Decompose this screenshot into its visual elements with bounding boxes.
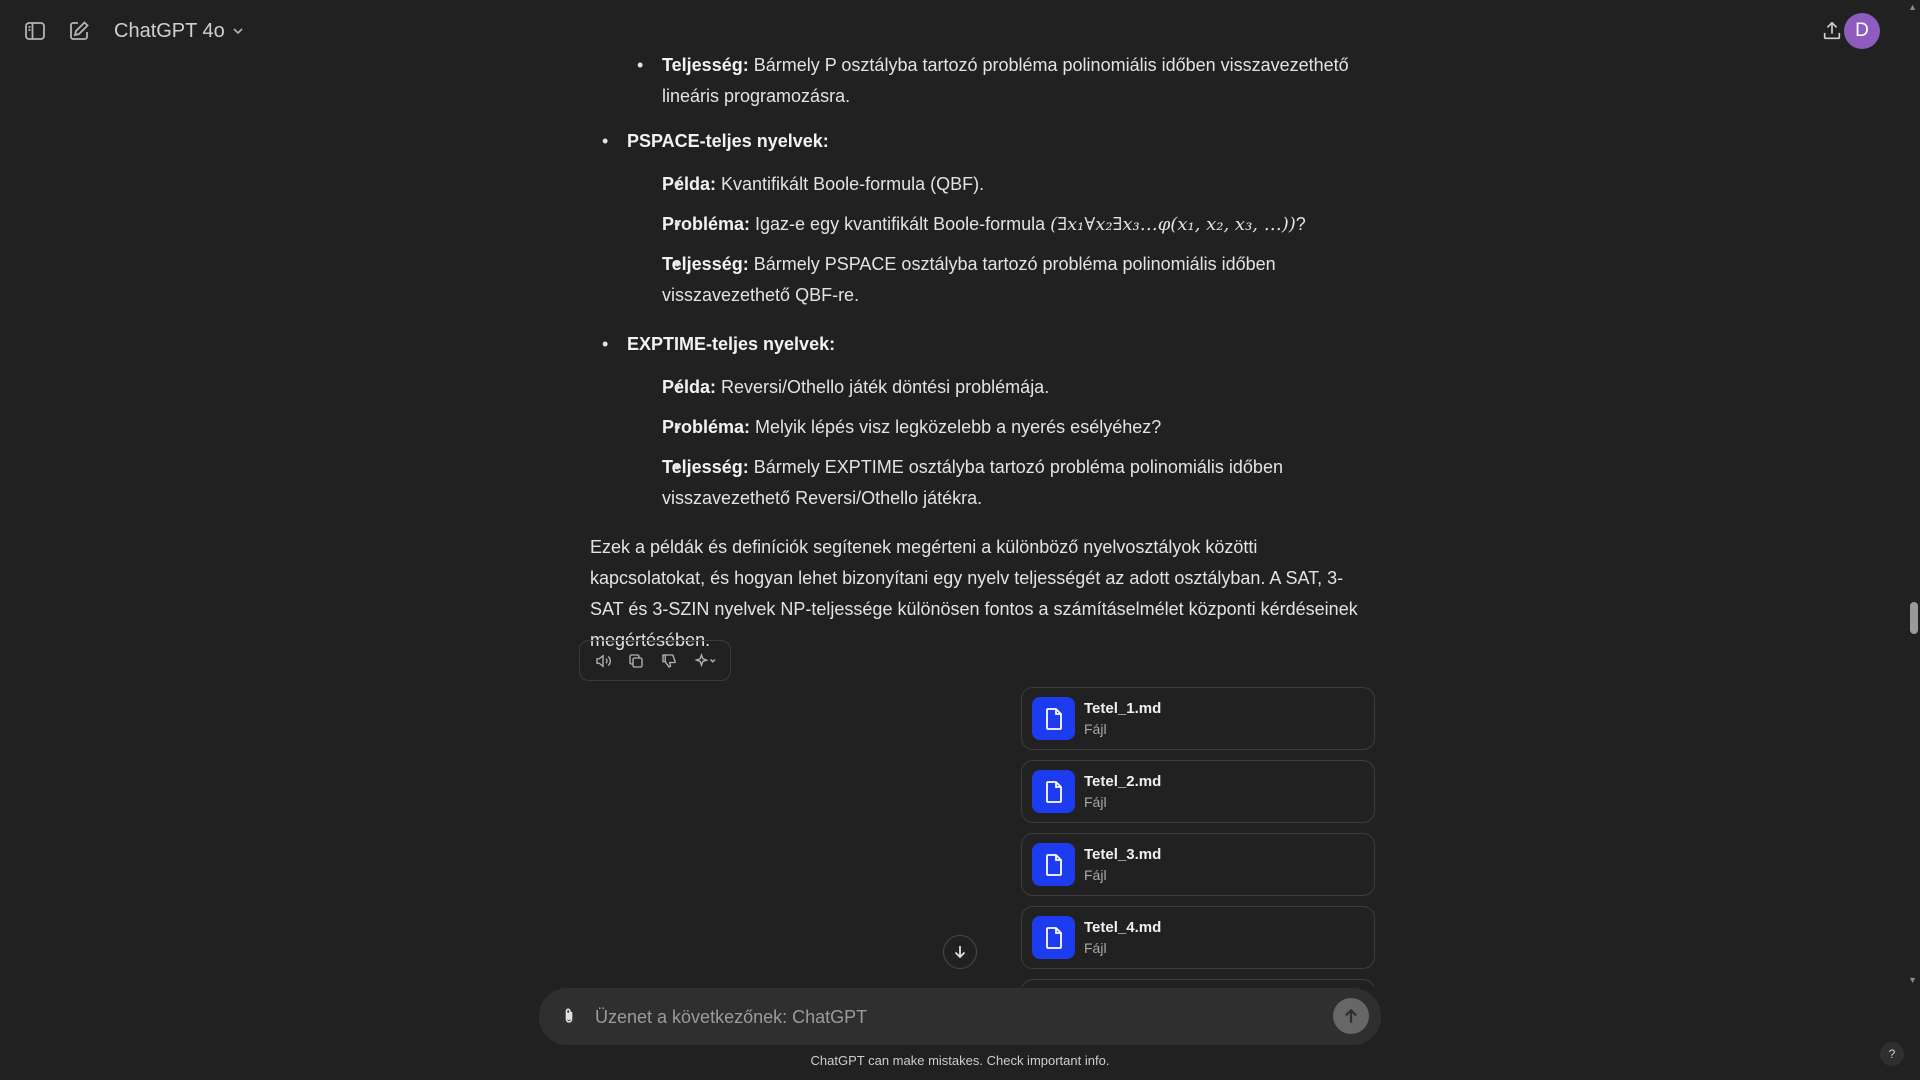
file-type: Fájl bbox=[1084, 866, 1107, 883]
send-button[interactable] bbox=[1333, 998, 1369, 1034]
assistant-message: Teljesség: Bármely P osztályba tartozó p… bbox=[590, 50, 1390, 656]
document-icon bbox=[1045, 707, 1062, 730]
item-after: ? bbox=[1295, 214, 1306, 234]
file-meta: Tetel_4.md Fájl bbox=[1084, 918, 1161, 958]
item-bold: Teljesség: bbox=[662, 254, 749, 274]
file-name: Tetel_1.md bbox=[1084, 699, 1162, 717]
section-title: EXPTIME-teljes nyelvek: bbox=[627, 334, 836, 354]
section-exptime: EXPTIME-teljes nyelvek: Példa: Reversi/O… bbox=[590, 329, 1390, 514]
scroll-to-bottom-button[interactable] bbox=[943, 935, 977, 969]
list-item: Teljesség: Bármely EXPTIME osztályba tar… bbox=[627, 452, 1390, 514]
regenerate-button[interactable] bbox=[687, 646, 725, 675]
document-icon bbox=[1045, 780, 1062, 803]
list-item: Probléma: Igaz-e egy kvantifikált Boole-… bbox=[627, 209, 1390, 240]
document-icon bbox=[1045, 926, 1062, 949]
file-type: Fájl bbox=[1084, 720, 1107, 737]
scrollbar-thumb[interactable] bbox=[1910, 602, 1918, 634]
copy-button[interactable] bbox=[621, 646, 650, 675]
scroll-up-arrow-icon[interactable]: ▲ bbox=[1908, 2, 1917, 12]
read-aloud-button[interactable] bbox=[588, 646, 617, 675]
share-icon bbox=[1823, 21, 1841, 40]
section-items: Példa: Kvantifikált Boole-formula (QBF).… bbox=[627, 169, 1390, 311]
item-text: Kvantifikált Boole-formula (QBF). bbox=[716, 174, 985, 194]
list-item: Teljesség: Bármely P osztályba tartozó p… bbox=[590, 50, 1390, 112]
list-item: Példa: Reversi/Othello játék döntési pro… bbox=[627, 372, 1390, 403]
item-bold: Probléma: bbox=[662, 417, 751, 437]
scroll-down-arrow-icon[interactable]: ▼ bbox=[1908, 975, 1917, 985]
file-name: Tetel_2.md bbox=[1084, 772, 1162, 790]
top-sublist: Teljesség: Bármely P osztályba tartozó p… bbox=[590, 50, 1390, 112]
item-bold: Példa: bbox=[662, 377, 717, 397]
model-label: ChatGPT 4o bbox=[114, 19, 225, 42]
file-name: Tetel_3.md bbox=[1084, 845, 1162, 863]
file-icon-box bbox=[1032, 770, 1075, 813]
closing-paragraph: Ezek a példák és definíciók segítenek me… bbox=[590, 537, 1358, 650]
help-button[interactable]: ? bbox=[1880, 1042, 1904, 1066]
attach-button[interactable] bbox=[549, 996, 589, 1036]
arrow-up-icon bbox=[1345, 1008, 1357, 1023]
item-bold: Teljesség: bbox=[662, 55, 749, 75]
file-meta: Tetel_2.md Fájl bbox=[1084, 772, 1161, 812]
file-card-partial[interactable] bbox=[1021, 979, 1375, 987]
document-icon bbox=[1045, 853, 1062, 876]
list-item: Példa: Kvantifikált Boole-formula (QBF). bbox=[627, 169, 1390, 200]
section-list: PSPACE-teljes nyelvek: Példa: Kvantifiká… bbox=[590, 126, 1390, 514]
file-card[interactable]: Tetel_1.md Fájl bbox=[1021, 687, 1375, 750]
item-bold: Teljesség: bbox=[662, 457, 749, 477]
item-text: Bármely P osztályba tartozó probléma pol… bbox=[662, 55, 1349, 106]
list-item: Teljesség: Bármely PSPACE osztályba tart… bbox=[627, 249, 1390, 311]
new-chat-button[interactable] bbox=[59, 11, 99, 51]
scrollbar[interactable]: ▲ ▼ bbox=[1906, 0, 1920, 1000]
sidebar-toggle-button[interactable] bbox=[15, 11, 55, 51]
file-meta: Tetel_3.md Fájl bbox=[1084, 845, 1161, 885]
file-list: Tetel_1.md Fájl Tetel_2.md Fájl Tetel_3.… bbox=[1021, 687, 1375, 987]
file-icon-box bbox=[1032, 697, 1075, 740]
disclaimer-text: ChatGPT can make mistakes. Check importa… bbox=[810, 1053, 1110, 1068]
item-text: Melyik lépés visz legközelebb a nyerés e… bbox=[750, 417, 1162, 437]
thumbs-down-button[interactable] bbox=[654, 646, 683, 675]
file-card[interactable]: Tetel_4.md Fájl bbox=[1021, 906, 1375, 969]
item-text: Bármely PSPACE osztályba tartozó problém… bbox=[662, 254, 1276, 305]
copy-icon bbox=[628, 653, 643, 668]
model-selector[interactable]: ChatGPT 4o bbox=[104, 14, 255, 48]
item-text: Bármely EXPTIME osztályba tartozó problé… bbox=[662, 457, 1283, 508]
regenerate-icon bbox=[694, 652, 716, 667]
message-actions bbox=[579, 640, 731, 681]
thumbs-down-icon bbox=[661, 653, 676, 668]
file-name: Tetel_4.md bbox=[1084, 918, 1162, 936]
item-text: Reversi/Othello játék döntési problémája… bbox=[716, 377, 1050, 397]
file-card[interactable]: Tetel_2.md Fájl bbox=[1021, 760, 1375, 823]
file-icon-box bbox=[1032, 916, 1075, 959]
read-aloud-icon bbox=[595, 653, 611, 668]
sidebar-toggle-icon bbox=[25, 22, 45, 40]
avatar[interactable]: D bbox=[1844, 13, 1880, 49]
file-meta: Tetel_1.md Fájl bbox=[1084, 699, 1161, 739]
paperclip-icon bbox=[565, 1008, 573, 1023]
item-math: (∃x₁∀x₂∃x₃…φ(x₁, x₂, x₃, …)) bbox=[1050, 214, 1296, 235]
item-text: Igaz-e egy kvantifikált Boole-formula bbox=[750, 214, 1051, 234]
chevron-down-icon bbox=[233, 28, 243, 35]
list-item: Probléma: Melyik lépés visz legközelebb … bbox=[627, 412, 1390, 443]
file-icon-box bbox=[1032, 843, 1075, 886]
item-bold: Példa: bbox=[662, 174, 717, 194]
section-pspace: PSPACE-teljes nyelvek: Példa: Kvantifiká… bbox=[590, 126, 1390, 311]
help-icon: ? bbox=[1888, 1047, 1896, 1061]
file-card[interactable]: Tetel_3.md Fájl bbox=[1021, 833, 1375, 896]
message-composer bbox=[539, 988, 1381, 1045]
arrow-down-icon bbox=[954, 946, 966, 959]
section-items: Példa: Reversi/Othello játék döntési pro… bbox=[627, 372, 1390, 514]
file-type: Fájl bbox=[1084, 793, 1107, 810]
file-type: Fájl bbox=[1084, 939, 1107, 956]
message-input[interactable] bbox=[595, 1002, 1295, 1032]
new-chat-icon bbox=[70, 21, 89, 40]
item-bold: Probléma: bbox=[662, 214, 751, 234]
section-title: PSPACE-teljes nyelvek: bbox=[627, 131, 829, 151]
avatar-initial: D bbox=[1855, 20, 1869, 41]
